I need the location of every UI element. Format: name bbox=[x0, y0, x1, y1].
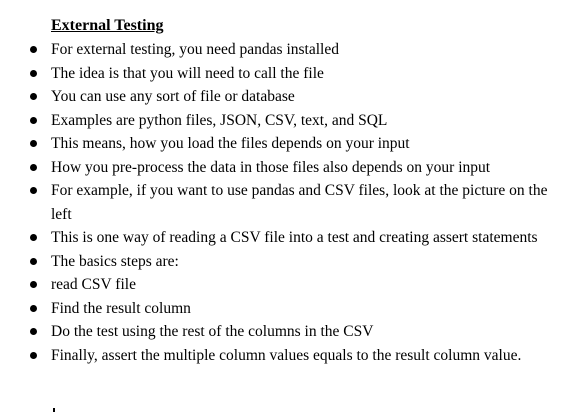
bullet-item: This means, how you load the files depen… bbox=[0, 132, 585, 156]
bullet-item: Find the result column bbox=[0, 297, 585, 321]
bullet-item: For example, if you want to use pandas a… bbox=[0, 179, 585, 226]
bullet-text: This is one way of reading a CSV file in… bbox=[51, 229, 538, 246]
bullet-text: The basics steps are: bbox=[51, 252, 179, 270]
bullet-item: The idea is that you will need to call t… bbox=[0, 62, 585, 86]
bullet-text: For example, if you want to use pandas a… bbox=[51, 182, 548, 223]
bullet-item: Finally, assert the multiple column valu… bbox=[0, 344, 585, 368]
bullet-text: This means, how you load the files depen… bbox=[51, 135, 410, 152]
bullet-icon bbox=[30, 328, 37, 335]
bullet-item: You can use any sort of file or database bbox=[0, 85, 585, 109]
bullet-item: read CSV file bbox=[0, 273, 585, 297]
section-heading: External Testing bbox=[51, 17, 164, 34]
bullet-text: Finally, assert the multiple column valu… bbox=[51, 346, 522, 364]
bullet-text: For external testing, you need pandas in… bbox=[51, 41, 339, 58]
bullet-icon bbox=[30, 163, 37, 171]
bullet-item: Examples are python files, JSON, CSV, te… bbox=[0, 109, 585, 133]
bullet-icon bbox=[30, 116, 37, 124]
bullet-item: This is one way of reading a CSV file in… bbox=[0, 226, 585, 250]
bullet-icon bbox=[30, 234, 37, 241]
bullet-text: read CSV file bbox=[51, 276, 136, 293]
bullet-text: Do the test using the rest of the column… bbox=[51, 323, 374, 340]
bullet-item: How you pre-process the data in those fi… bbox=[0, 156, 585, 180]
bullet-icon bbox=[30, 281, 37, 288]
bullet-text: Find the result column bbox=[51, 299, 191, 317]
bullet-text: How you pre-process the data in those fi… bbox=[51, 158, 491, 176]
bullet-icon bbox=[30, 257, 37, 265]
bullet-icon bbox=[30, 140, 37, 147]
bullet-icon bbox=[30, 69, 37, 77]
bullet-text: The idea is that you will need to call t… bbox=[51, 64, 324, 82]
bullet-icon bbox=[30, 187, 37, 194]
bullet-icon bbox=[30, 351, 37, 359]
bullet-text: You can use any sort of file or database bbox=[51, 88, 295, 105]
bullet-item: The basics steps are: bbox=[0, 250, 585, 274]
bullet-item: Do the test using the rest of the column… bbox=[0, 320, 585, 344]
bullet-item: For external testing, you need pandas in… bbox=[0, 38, 585, 62]
bullet-icon bbox=[30, 304, 37, 312]
document-body: External Testing For external testing, y… bbox=[0, 14, 585, 367]
bullet-text: Examples are python files, JSON, CSV, te… bbox=[51, 111, 388, 129]
bullet-list: For external testing, you need pandas in… bbox=[0, 38, 585, 367]
bullet-icon bbox=[30, 46, 37, 53]
bullet-icon bbox=[30, 93, 37, 100]
text-cursor-mark bbox=[53, 408, 55, 412]
